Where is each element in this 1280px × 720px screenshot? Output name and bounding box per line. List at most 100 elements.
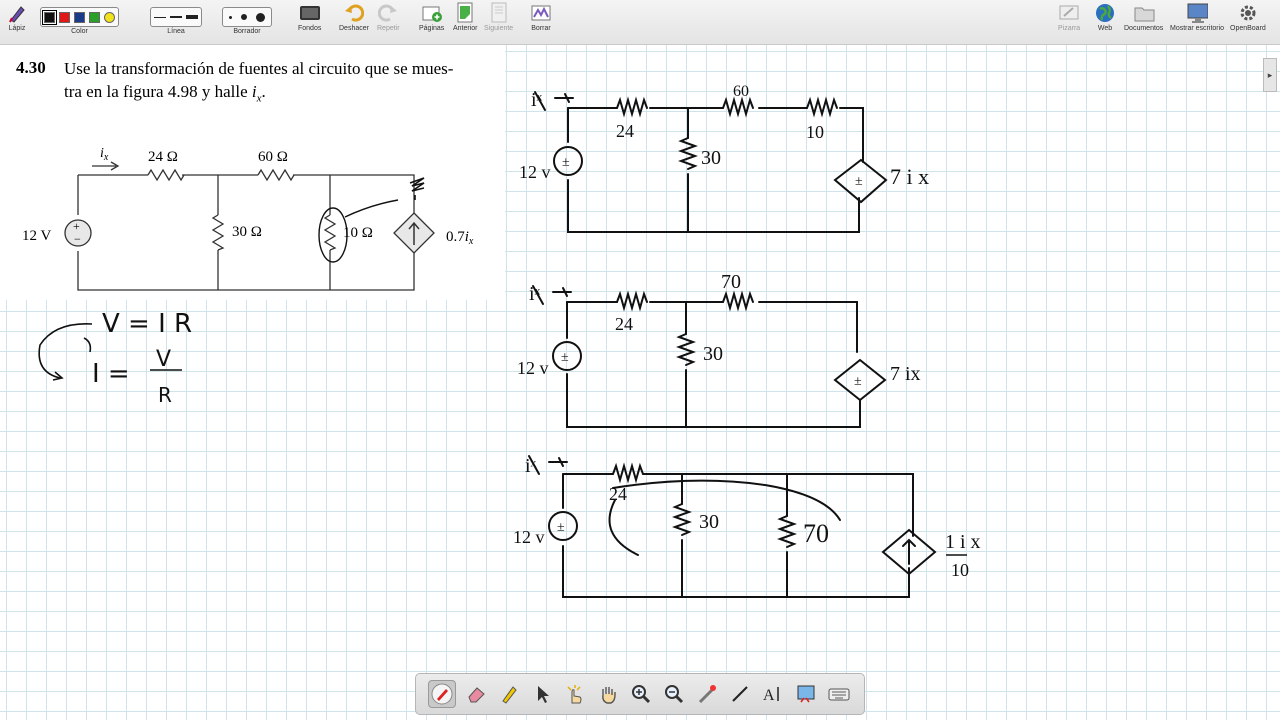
note-denominator: R <box>158 383 172 407</box>
openboard-menu-button[interactable]: OpenBoard <box>1230 2 1266 32</box>
eraser-tool-button[interactable] <box>463 681 489 707</box>
documents-button[interactable]: Documentos <box>1124 2 1163 32</box>
redo-label: Repetir <box>377 25 400 32</box>
selector-tool-button[interactable] <box>529 681 555 707</box>
zoom-in-button[interactable] <box>628 681 654 707</box>
line-label: Línea <box>167 28 185 35</box>
fig-dependent-coeff: 0.7 <box>446 229 465 245</box>
highlighter-icon <box>501 686 517 704</box>
c2-ix-label: iˣ <box>529 283 541 305</box>
fig-current-sub: x <box>103 152 109 163</box>
previous-page-icon <box>454 2 476 24</box>
svg-text:±: ± <box>557 520 565 535</box>
cursor-arrow-icon <box>537 686 549 703</box>
pen-tool-button[interactable] <box>427 680 456 708</box>
svg-text:ix: ix <box>100 146 109 163</box>
color-palette <box>40 7 119 27</box>
pointing-hand-icon <box>567 685 582 704</box>
color-selector[interactable]: Color <box>40 2 119 35</box>
eraser-size-options <box>222 7 272 27</box>
svg-text:±: ± <box>562 155 570 170</box>
show-desktop-label: Mostrar escritorio <box>1170 25 1225 32</box>
c1-dep-label: 7 i x <box>890 164 929 189</box>
c2-r70-label: 70 <box>721 271 741 293</box>
eraser-medium[interactable] <box>241 14 247 20</box>
next-page-button[interactable]: Siguiente <box>484 2 513 32</box>
eraser-large[interactable] <box>256 12 265 22</box>
text-tool-button[interactable]: A <box>760 681 786 707</box>
laser-pointer-icon <box>698 685 717 704</box>
web-label: Web <box>1097 25 1113 32</box>
pen-label: Lápiz <box>8 25 26 32</box>
c3-r30-label: 30 <box>699 511 719 533</box>
right-side-tab[interactable]: ▸ <box>1263 58 1277 92</box>
line-icon <box>732 686 748 702</box>
text-icon: A <box>763 687 779 704</box>
eraser-icon <box>468 687 485 703</box>
backgrounds-label: Fondos <box>298 25 322 32</box>
interact-tool-button[interactable] <box>562 681 588 707</box>
color-swatch-black[interactable] <box>42 9 57 25</box>
web-button[interactable]: Web <box>1094 2 1116 32</box>
virtual-keyboard-button[interactable] <box>826 681 852 707</box>
eraser-size-selector[interactable]: Borrador <box>222 2 272 35</box>
gear-icon <box>1237 2 1259 24</box>
capture-tool-button[interactable] <box>793 681 819 707</box>
redo-button[interactable]: Repetir <box>377 2 400 32</box>
board-button[interactable]: Pizarra <box>1058 2 1080 32</box>
color-swatch-yellow[interactable] <box>104 11 115 23</box>
clear-button[interactable]: Borrar <box>530 2 552 32</box>
color-label: Color <box>71 28 88 35</box>
pen-tool[interactable]: Lápiz <box>6 2 28 32</box>
line-tool-button[interactable] <box>727 681 753 707</box>
pen-icon <box>6 2 28 24</box>
pen-icon <box>431 683 453 705</box>
color-swatch-red[interactable] <box>59 11 70 23</box>
svg-text:−: − <box>74 232 81 246</box>
note-numerator: V <box>156 347 171 372</box>
backgrounds-button[interactable]: Fondos <box>298 2 321 32</box>
current-arrow-icon <box>92 161 120 171</box>
handwritten-circuits: iˣ 24 60 10 30 12 v 7 i x ± ± iˣ 24 70 3… <box>513 83 981 598</box>
line-width-selector[interactable]: Línea <box>150 2 202 35</box>
color-swatch-blue[interactable] <box>74 11 85 23</box>
svg-text:±: ± <box>854 374 862 389</box>
pages-button[interactable]: Páginas <box>419 2 444 32</box>
textbook-excerpt: 4.30 Use la transformación de fuentes al… <box>0 45 505 300</box>
hand-tool-button[interactable] <box>595 681 621 707</box>
fig-r4-label: 10 Ω <box>343 225 373 241</box>
c2-r24-label: 24 <box>615 314 633 334</box>
line-width-options <box>150 7 202 27</box>
clear-label: Borrar <box>531 25 551 32</box>
board-label: Pizarra <box>1058 25 1081 32</box>
c3-v-label: 12 v <box>513 527 545 547</box>
note-i-equals: I = <box>92 359 130 389</box>
line-thin[interactable] <box>154 16 166 18</box>
svg-text:±: ± <box>855 174 863 189</box>
line-medium[interactable] <box>170 16 182 18</box>
svg-text:A: A <box>763 687 775 704</box>
previous-label: Anterior <box>453 25 478 32</box>
c1-r30-label: 30 <box>701 147 721 169</box>
fig-r3-label: 30 Ω <box>232 224 262 240</box>
laser-pointer-button[interactable] <box>694 681 720 707</box>
previous-page-button[interactable]: Anterior <box>453 2 478 32</box>
color-swatch-green[interactable] <box>89 11 100 23</box>
fig-dependent-sub: x <box>468 236 474 247</box>
fig-source-label: 12 V <box>22 228 51 244</box>
hand-icon <box>601 687 616 704</box>
main-toolbar: Lápiz Color Línea Borrador Fondos Deshac… <box>0 0 1280 45</box>
drawing-tools-bar: A <box>415 673 865 715</box>
line-thick[interactable] <box>186 15 198 19</box>
highlighter-tool-button[interactable] <box>496 681 522 707</box>
undo-button[interactable]: Deshacer <box>339 2 369 32</box>
eraser-small[interactable] <box>229 15 232 19</box>
globe-icon <box>1094 2 1116 24</box>
c3-ix-label: iˣ <box>525 455 537 477</box>
zoom-out-button[interactable] <box>661 681 687 707</box>
redo-icon <box>377 2 399 24</box>
show-desktop-button[interactable]: Mostrar escritorio <box>1170 2 1224 32</box>
monitor-icon <box>1186 2 1209 24</box>
c3-dep-den: 10 <box>951 560 969 580</box>
next-page-icon <box>488 2 510 24</box>
